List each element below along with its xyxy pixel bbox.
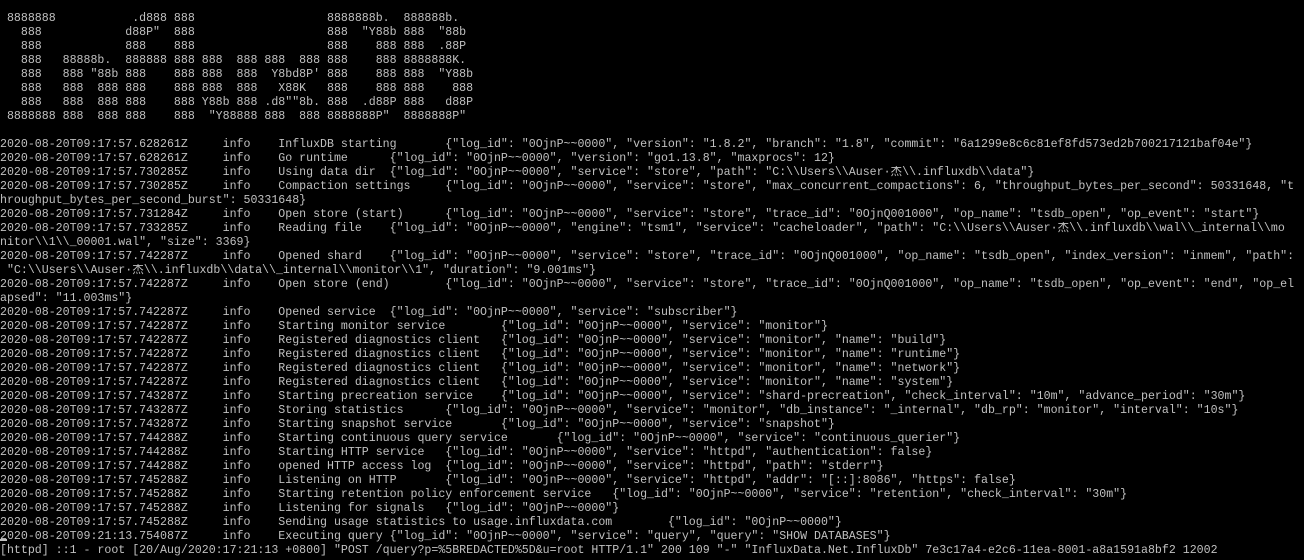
banner-line: 888 888 888 888 888 888 .88P <box>0 40 467 53</box>
banner-line: 888 88888b. 888888 888 888 888 888 888 8… <box>0 54 467 67</box>
log-line: 2020-08-20T09:17:57.745288Z info Listeni… <box>0 474 1016 487</box>
log-line: 2020-08-20T09:17:57.742287Z info Registe… <box>0 334 947 347</box>
log-line: 2020-08-20T09:17:57.742287Z info Open st… <box>0 278 1295 291</box>
banner-line: 888 888 "88b 888 888 888 888 Y8bd8P' 888… <box>0 68 474 81</box>
log-line: 2020-08-20T09:17:57.742287Z info Opened … <box>0 250 1295 263</box>
terminal-output: 8888888 .d888 888 8888888b. 888888b. 888… <box>0 12 1304 558</box>
log-line: hroughput_bytes_per_second_burst": 50331… <box>0 194 307 207</box>
log-line: 2020-08-20T09:21:13.754087Z info Executi… <box>0 530 891 543</box>
log-line: 2020-08-20T09:17:57.742287Z info Registe… <box>0 348 961 361</box>
text-cursor <box>0 539 7 541</box>
influxdb-ascii-banner: 8888888 .d888 888 8888888b. 888888b. 888… <box>0 12 1304 124</box>
banner-line: 888 888 888 888 888 Y88b 888 .d8""8b. 88… <box>0 96 474 109</box>
terminal-window[interactable]: 8888888 .d888 888 8888888b. 888888b. 888… <box>0 0 1304 560</box>
log-line: 2020-08-20T09:17:57.731284Z info Open st… <box>0 208 1260 221</box>
log-line: 2020-08-20T09:17:57.742287Z info Registe… <box>0 362 961 375</box>
log-line: [httpd] ::1 - root [20/Aug/2020:17:21:13… <box>0 544 1218 557</box>
log-line: 2020-08-20T09:17:57.742287Z info Startin… <box>0 320 828 333</box>
log-line: 2020-08-20T09:17:57.743287Z info Startin… <box>0 390 1246 403</box>
log-line: 2020-08-20T09:17:57.745288Z info Listeni… <box>0 502 620 515</box>
log-line: 2020-08-20T09:17:57.743287Z info Storing… <box>0 404 1239 417</box>
log-line: nitor\\1\\_00001.wal", "size": 3369} <box>0 236 251 249</box>
log-line: 2020-08-20T09:17:57.733285Z info Reading… <box>0 222 1285 235</box>
log-line: apsed": "11.003ms"} <box>0 292 133 305</box>
log-output: 2020-08-20T09:17:57.628261Z info InfluxD… <box>0 138 1304 558</box>
log-line: 2020-08-20T09:17:57.628261Z info Go runt… <box>0 152 835 165</box>
log-line: 2020-08-20T09:17:57.742287Z info Registe… <box>0 376 954 389</box>
log-line: 2020-08-20T09:17:57.730285Z info Using d… <box>0 166 1035 179</box>
log-line: 2020-08-20T09:17:57.744288Z info Startin… <box>0 446 933 459</box>
banner-line: 8888888 888 888 888 888 "Y88888 888 888 … <box>0 110 467 123</box>
log-line: 2020-08-20T09:17:57.745288Z info Startin… <box>0 488 1128 501</box>
log-line: 2020-08-20T09:17:57.743287Z info Startin… <box>0 418 835 431</box>
log-line: "C:\\Users\\Auser·杰\\.influxdb\\data\\_i… <box>0 264 597 277</box>
log-line: 2020-08-20T09:17:57.628261Z info InfluxD… <box>0 138 1253 151</box>
log-line: 2020-08-20T09:17:57.744288Z info opened … <box>0 460 884 473</box>
log-line: 2020-08-20T09:17:57.745288Z info Sending… <box>0 516 842 529</box>
log-line: 2020-08-20T09:17:57.742287Z info Opened … <box>0 306 738 319</box>
log-line: 2020-08-20T09:17:57.730285Z info Compact… <box>0 180 1295 193</box>
banner-line: 888 888 888 888 888 888 888 X88K 888 888… <box>0 82 474 95</box>
banner-line: 888 d88P" 888 888 "Y88b 888 "88b <box>0 26 467 39</box>
banner-line: 8888888 .d888 888 8888888b. 888888b. <box>0 12 460 25</box>
log-line: 2020-08-20T09:17:57.744288Z info Startin… <box>0 432 961 445</box>
